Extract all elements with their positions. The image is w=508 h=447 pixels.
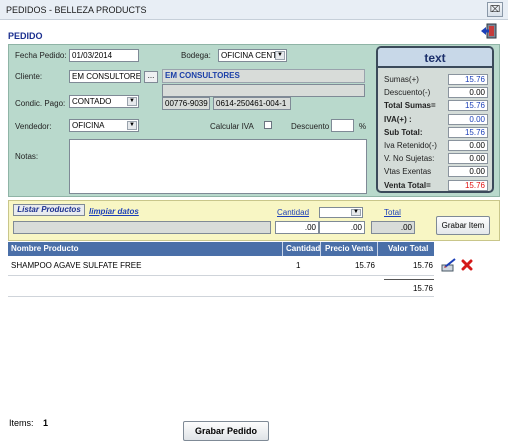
chevron-down-icon: ▼ [127, 121, 137, 130]
exit-door-icon[interactable] [480, 22, 498, 40]
totals-row: V. No Sujetas: 0.00 [384, 153, 488, 165]
row-precio: 15.76 [354, 261, 375, 270]
producto-display [13, 221, 271, 234]
grid-footer-total: 15.76 [412, 284, 433, 293]
totals-row-label: Venta Total= [384, 180, 431, 190]
grid-divider [377, 242, 378, 256]
totals-row: IVA(+) : 0.00 [384, 113, 488, 126]
totals-row: Descuento(-) 0.00 [384, 87, 488, 99]
product-entry-panel: Listar Productos limpiar datos Cantidad … [8, 200, 500, 241]
col-precio-venta: Precio Venta [325, 244, 374, 253]
totals-row-value: 0.00 [448, 140, 488, 151]
totals-row-value: 0.00 [448, 113, 488, 125]
calcular-iva-checkbox[interactable] [264, 121, 272, 129]
window-title: PEDIDOS - BELLEZA PRODUCTS [6, 5, 147, 15]
condic-pago-value: CONTADO [72, 97, 112, 106]
grid-divider [320, 242, 321, 256]
vendedor-label: Vendedor: [15, 122, 52, 131]
notas-textarea[interactable] [69, 139, 367, 194]
grid-divider [282, 242, 283, 256]
col-nombre-producto: Nombre Producto [11, 244, 79, 253]
chevron-down-icon: ▼ [127, 97, 137, 106]
grid-row-divider [8, 275, 434, 276]
fecha-input[interactable]: 01/03/2014 [69, 49, 139, 62]
totals-panel: text Sumas(+) 15.76 Descuento(-) 0.00 Total … [376, 46, 494, 193]
descuento-input[interactable] [331, 119, 354, 132]
cliente-nit: 0614-250461-004-1 [213, 97, 291, 110]
descuento-percent: % [359, 122, 367, 131]
row-valor: 15.76 [412, 261, 433, 270]
limpiar-datos-link[interactable]: limpiar datos [89, 207, 139, 216]
totals-row: Total Sumas= 15.76 [384, 100, 488, 112]
col-cantidad: Cantidad [286, 244, 321, 253]
totals-row: Venta Total= 15.76 [384, 179, 488, 192]
fecha-label: Fecha Pedido: [15, 51, 67, 60]
delete-item-icon[interactable] [461, 259, 473, 271]
totals-row-label: Sumas(+) [384, 75, 419, 84]
notas-label: Notas: [15, 152, 39, 161]
cliente-input[interactable]: EM CONSULTORES [69, 70, 141, 83]
items-label: Items: [9, 418, 34, 428]
grabar-item-button[interactable]: Grabar Item [436, 216, 490, 235]
vendedor-value: OFICINA [72, 121, 105, 130]
totals-row-label: Vtas Exentas [384, 167, 432, 177]
totals-header: text [378, 48, 492, 68]
grid-header: Nombre Producto Cantidad Precio Venta Va… [8, 242, 434, 256]
cliente-code: 00776-9039 [162, 97, 210, 110]
close-button[interactable]: ⌧ [487, 2, 503, 17]
vendedor-select[interactable]: OFICINA ▼ [69, 119, 139, 132]
col-valor-total: Valor Total [388, 244, 429, 253]
totals-row-label: Iva Retenido(-) [384, 141, 437, 150]
descuento-label: Descuento [291, 122, 330, 131]
listar-productos-button[interactable]: Listar Productos [13, 204, 85, 216]
grid-row-divider [8, 296, 434, 297]
total-label: Total [384, 208, 401, 217]
totals-row-label: Total Sumas= [384, 101, 436, 111]
cliente-address-display [162, 84, 365, 97]
totals-row-label: V. No Sujetas: [384, 154, 435, 164]
items-count: 1 [43, 418, 49, 428]
totals-row-value: 15.76 [448, 179, 488, 191]
cliente-label: Cliente: [15, 72, 43, 81]
totals-row: Sub Total: 15.76 [384, 126, 488, 139]
totals-row-label: Sub Total: [384, 127, 423, 137]
totals-row-value: 0.00 [448, 153, 488, 165]
unidad-select[interactable]: ▼ [319, 207, 363, 218]
row-nombre: SHAMPOO AGAVE SULFATE FREE [11, 261, 142, 270]
cliente-lookup-button[interactable]: ... [144, 71, 158, 83]
totals-row: Sumas(+) 15.76 [384, 74, 488, 86]
cantidad-label: Cantidad [277, 208, 310, 217]
totals-row-value: 15.76 [448, 100, 488, 112]
total-display: .00 [371, 221, 415, 234]
title-bar: PEDIDOS - BELLEZA PRODUCTS ⌧ [0, 0, 508, 20]
totals-row-value: 15.76 [448, 126, 488, 138]
condic-pago-label: Condic. Pago: [15, 99, 66, 108]
totals-row-label: Descuento(-) [384, 88, 431, 98]
row-cantidad: 1 [296, 261, 301, 270]
bodega-value: OFICINA CENTI [221, 51, 280, 60]
calcular-iva-label: Calcular IVA [210, 122, 254, 131]
chevron-down-icon: ▼ [351, 209, 361, 216]
totals-row-value: 0.00 [448, 87, 488, 99]
grabar-pedido-button[interactable]: Grabar Pedido [183, 421, 269, 441]
chevron-down-icon: ▼ [275, 51, 285, 60]
edit-item-icon[interactable] [441, 258, 457, 272]
totals-row-value: 15.76 [448, 74, 488, 85]
cantidad-input[interactable]: .00 [275, 221, 319, 234]
condic-pago-select[interactable]: CONTADO ▼ [69, 95, 139, 108]
totals-row: Vtas Exentas 0.00 [384, 166, 488, 178]
totals-row: Iva Retenido(-) 0.00 [384, 140, 488, 152]
totals-row-label: IVA(+) : [384, 114, 412, 124]
cliente-name-display: EM CONSULTORES [162, 69, 365, 83]
total-underline [384, 279, 434, 280]
precio-input[interactable]: .00 [319, 221, 365, 234]
totals-row-value: 0.00 [448, 166, 488, 178]
bodega-select[interactable]: OFICINA CENTI ▼ [218, 49, 287, 62]
page-title: PEDIDO [8, 31, 43, 41]
bodega-label: Bodega: [181, 51, 211, 60]
